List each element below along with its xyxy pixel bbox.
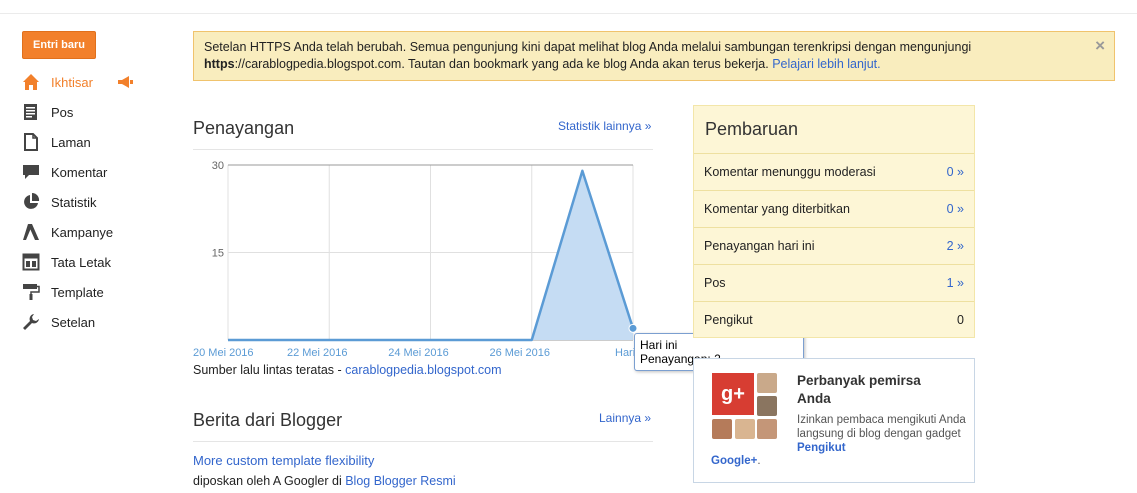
avatar	[757, 419, 777, 439]
traffic-source-label: Sumber lalu lintas teratas -	[193, 363, 342, 377]
y-tick-label: 30	[212, 160, 224, 172]
y-tick-label: 15	[212, 248, 224, 260]
sidebar-item-label: Kampanye	[51, 224, 114, 240]
banner-url-scheme: https	[204, 57, 235, 71]
sidebar-item-label: Template	[51, 284, 104, 300]
update-row-published-comments: Komentar yang diterbitkan 0 »	[694, 190, 974, 227]
update-label: Penayangan hari ini	[704, 239, 815, 253]
google-plus-link-text[interactable]: Google+	[711, 455, 757, 467]
news-meta: diposkan oleh A Googler di Blog Blogger …	[193, 474, 456, 488]
avatar	[757, 373, 777, 393]
sidebar-item-settings[interactable]: Setelan	[22, 310, 95, 334]
google-plus-logo: g+	[712, 373, 754, 415]
sidebar-item-layout[interactable]: Tata Letak	[22, 250, 111, 274]
sidebar-item-pages[interactable]: Laman	[22, 130, 91, 154]
update-row-views-today: Penayangan hari ini 2 »	[694, 227, 974, 264]
news-divider	[193, 441, 653, 442]
sidebar-item-template[interactable]: Template	[22, 280, 104, 304]
sidebar-item-label: Komentar	[51, 164, 108, 180]
views-chart-svg: 30 15 20 Mei 2016 22 Mei 2016 24 Mei 2016 26 …	[193, 160, 638, 359]
https-notice-banner: Setelan HTTPS Anda telah berubah. Semua …	[193, 31, 1115, 81]
sidebar-item-label: Tata Letak	[51, 254, 111, 270]
sidebar-item-comments[interactable]: Komentar	[22, 160, 107, 184]
banner-url-rest: ://carablogpedia.blogspot.com. Tautan da…	[234, 57, 769, 71]
posts-icon	[22, 103, 40, 121]
news-meta-prefix: diposkan oleh A Googler di	[193, 474, 342, 488]
google-plus-link[interactable]: Google+.	[711, 455, 761, 467]
gplus-title: Perbanyak pemirsa Anda	[797, 373, 921, 406]
update-value-link[interactable]: 1 »	[947, 276, 964, 290]
avatar	[757, 396, 777, 416]
close-icon[interactable]: ×	[1095, 37, 1105, 54]
views-divider	[193, 149, 653, 150]
news-post-link[interactable]: More custom template flexibility	[193, 453, 374, 468]
sidebar-item-label: Statistik	[51, 194, 97, 210]
gplus-description: Izinkan pembaca mengikuti Anda langsung …	[797, 413, 967, 455]
layout-icon	[22, 253, 40, 271]
update-row-posts: Pos 1 »	[694, 264, 974, 301]
top-divider	[0, 13, 1137, 14]
update-value: 0	[957, 313, 964, 327]
news-blog-link[interactable]: Blog Blogger Resmi	[345, 474, 455, 488]
x-tick-label: Hari	[615, 347, 635, 359]
traffic-source: Sumber lalu lintas teratas - carablogped…	[193, 363, 502, 377]
sidebar-item-posts[interactable]: Pos	[22, 100, 73, 124]
sidebar-item-stats[interactable]: Statistik	[22, 190, 97, 214]
traffic-source-link[interactable]: carablogpedia.blogspot.com	[345, 363, 501, 377]
banner-text: Setelan HTTPS Anda telah berubah. Semua …	[204, 40, 972, 54]
avatar	[712, 419, 732, 439]
wrench-icon	[22, 313, 40, 331]
x-tick-label: 22 Mei 2016	[287, 347, 348, 359]
comment-icon	[22, 163, 40, 181]
x-tick-label: 20 Mei 2016	[193, 347, 254, 359]
updates-panel: Pembaruan Komentar menunggu moderasi 0 »…	[693, 105, 975, 338]
update-row-followers: Pengikut 0	[694, 301, 974, 338]
more-stats-link[interactable]: Statistik lainnya »	[558, 119, 651, 133]
update-value-link[interactable]: 0 »	[947, 165, 964, 179]
tooltip-title: Hari ini	[640, 338, 678, 352]
data-point	[628, 323, 638, 333]
adwords-icon	[22, 223, 40, 241]
pie-chart-icon	[22, 193, 40, 211]
megaphone-icon[interactable]	[117, 76, 133, 88]
sidebar-item-label: Pos	[51, 104, 74, 120]
update-row-pending-comments: Komentar menunggu moderasi 0 »	[694, 153, 974, 190]
learn-more-link[interactable]: Pelajari lebih lanjut.	[772, 57, 880, 71]
followers-gadget-link[interactable]: Pengikut	[797, 442, 846, 454]
update-label: Pos	[704, 276, 726, 290]
pages-icon	[22, 133, 40, 151]
x-tick-label: 26 Mei 2016	[489, 347, 550, 359]
update-label: Pengikut	[704, 313, 753, 327]
news-title: Berita dari Blogger	[193, 410, 343, 430]
updates-title: Pembaruan	[705, 119, 799, 139]
home-icon	[22, 73, 40, 91]
avatar	[735, 419, 755, 439]
google-plus-period: .	[757, 455, 761, 467]
update-value-link[interactable]: 0 »	[947, 202, 964, 216]
sidebar-item-overview[interactable]: Ikhtisar	[22, 70, 133, 94]
more-news-link[interactable]: Lainnya »	[599, 411, 651, 425]
views-title: Penayangan	[193, 118, 295, 138]
update-value-link[interactable]: 2 »	[947, 239, 964, 253]
new-post-button[interactable]: Entri baru	[22, 31, 96, 59]
views-chart: 30 15 20 Mei 2016 22 Mei 2016 24 Mei 2016 26 …	[193, 155, 653, 360]
sidebar-item-label: Ikhtisar	[51, 74, 93, 90]
sidebar-item-label: Laman	[51, 134, 91, 150]
update-label: Komentar yang diterbitkan	[704, 202, 850, 216]
paint-roller-icon	[22, 283, 40, 301]
x-tick-label: 24 Mei 2016	[388, 347, 449, 359]
update-label: Komentar menunggu moderasi	[704, 165, 876, 179]
sidebar-item-label: Setelan	[51, 314, 96, 330]
gplus-desc-text: Izinkan pembaca mengikuti Anda langsung …	[797, 414, 966, 440]
sidebar-item-campaigns[interactable]: Kampanye	[22, 220, 113, 244]
google-plus-promo: g+ Perbanyak pemirsa Anda Izinkan pembac…	[693, 358, 975, 483]
